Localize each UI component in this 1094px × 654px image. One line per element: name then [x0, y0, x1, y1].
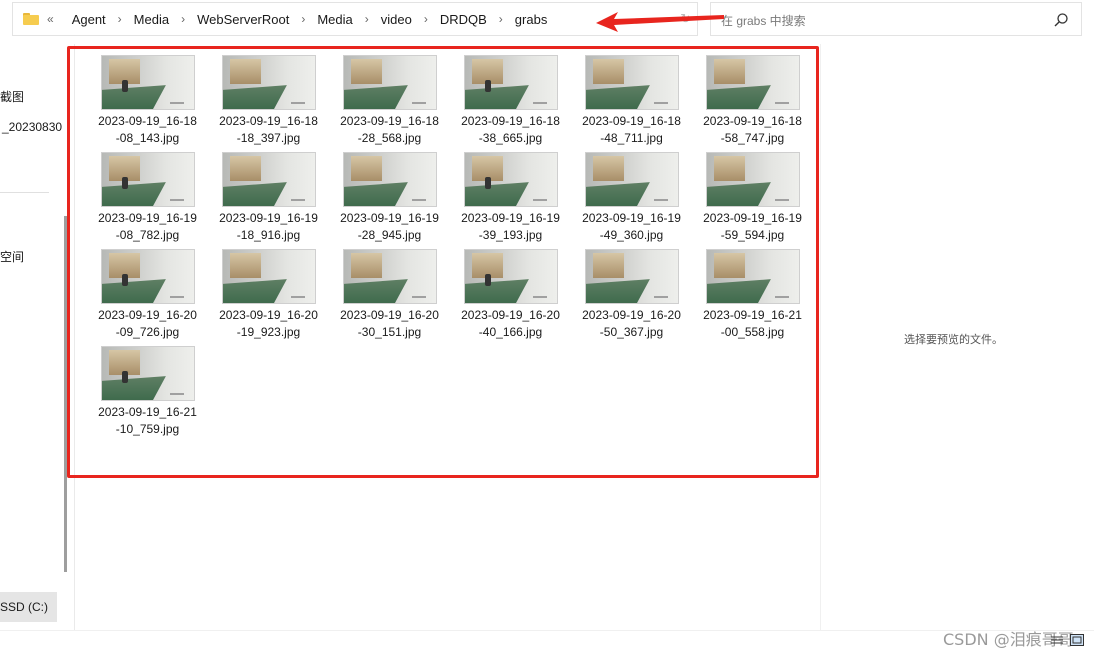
nav-item-drive-c[interactable]: SSD (C:) — [0, 592, 57, 622]
breadcrumb-separator[interactable]: › — [424, 12, 428, 26]
nav-item-screenshots[interactable]: 截图 — [0, 88, 24, 105]
breadcrumb-separator[interactable]: › — [181, 12, 185, 26]
preview-empty-text: 选择要预览的文件。 — [904, 334, 1003, 346]
search-icon[interactable] — [1053, 12, 1069, 28]
preview-divider — [820, 44, 821, 630]
breadcrumb-separator[interactable]: › — [301, 12, 305, 26]
nav-item-space[interactable]: 空间 — [0, 248, 24, 265]
breadcrumb-item[interactable]: DRDQB — [440, 12, 487, 27]
annotation-box — [67, 46, 819, 478]
breadcrumb-item[interactable]: Media — [317, 12, 352, 27]
breadcrumb-item[interactable]: grabs — [515, 12, 548, 27]
nav-item-folder[interactable]: _20230830 — [2, 120, 62, 134]
breadcrumb-separator[interactable]: › — [118, 12, 122, 26]
breadcrumb: Agent › Media › WebServerRoot › Media › video › DR… — [72, 12, 548, 27]
breadcrumb-overflow[interactable]: « — [47, 12, 54, 26]
status-divider — [0, 630, 1094, 631]
breadcrumb-separator[interactable]: › — [365, 12, 369, 26]
breadcrumb-item[interactable]: Agent — [72, 12, 106, 27]
nav-divider — [0, 192, 49, 193]
annotation-arrow — [596, 12, 724, 32]
breadcrumb-item[interactable]: Media — [134, 12, 169, 27]
breadcrumb-item[interactable]: WebServerRoot — [197, 12, 289, 27]
breadcrumb-separator[interactable]: › — [499, 12, 503, 26]
search-box[interactable] — [710, 2, 1082, 36]
folder-icon — [23, 13, 39, 25]
tiles-view-icon[interactable] — [1070, 634, 1084, 646]
navigation-pane: 截图 _20230830 空间 SSD (C:) — [0, 40, 64, 630]
details-view-icon[interactable] — [1050, 634, 1064, 646]
search-input[interactable] — [719, 11, 1043, 31]
breadcrumb-item[interactable]: video — [381, 12, 412, 27]
